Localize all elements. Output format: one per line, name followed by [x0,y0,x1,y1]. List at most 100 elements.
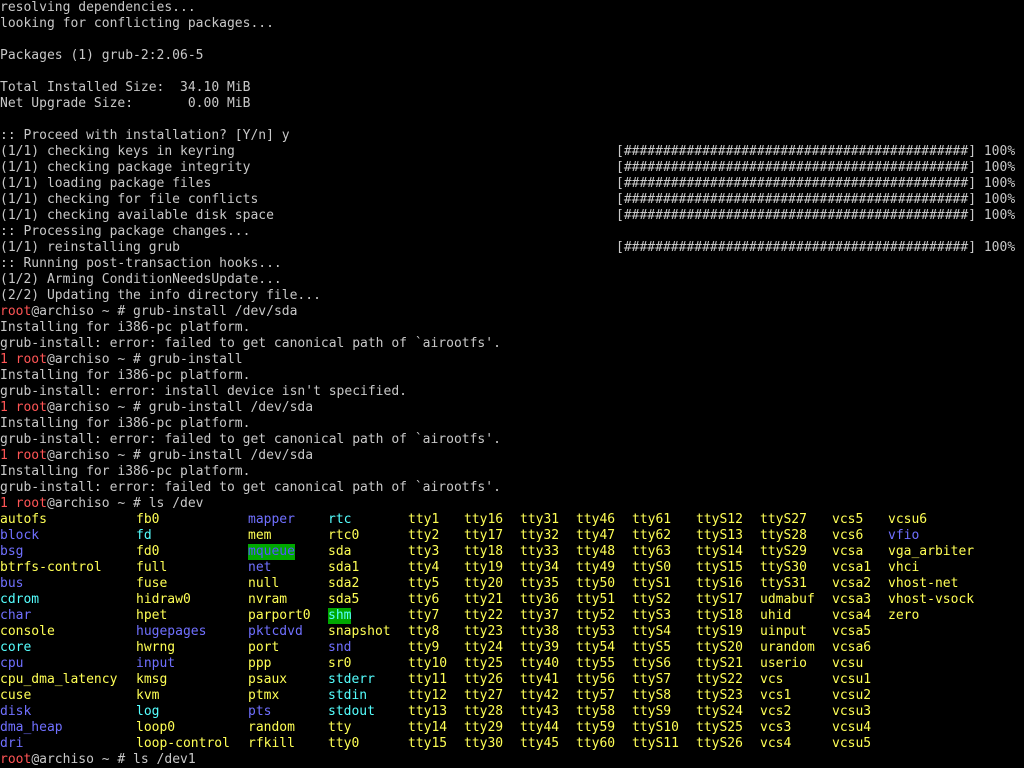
dev-entry: tty2 [408,528,440,543]
text-segment: (2/2) Updating the info directory file..… [0,288,321,303]
dev-entry: vcsa2 [832,576,872,591]
dev-entry: hidraw0 [136,592,191,607]
dev-entry: vcs1 [760,688,792,703]
terminal-line: (1/1) checking for file conflicts [0,192,258,208]
dev-entry: vcsu [832,656,864,671]
dev-entry: shm [328,608,352,624]
dev-entry: tty10 [408,656,448,671]
dev-entry: vcsu3 [832,704,872,719]
dev-entry: log [136,704,160,719]
dev-entry: rfkill [248,736,295,751]
dev-entry: sda5 [328,592,360,607]
prompt-segment: root [0,752,32,767]
progress-bar: [#######################################… [616,208,1016,223]
terminal-line: Packages (1) grub-2:2.06-5 [0,48,204,64]
dev-entry: sda2 [328,576,360,591]
terminal-screen[interactable]: resolving dependencies... looking for con… [0,0,1024,768]
dev-entry: bsg [0,544,24,559]
dev-entry: tty1 [408,512,440,527]
dev-entry: tty0 [328,736,360,751]
dev-entry: tty5 [408,576,440,591]
dev-entry: tty51 [576,592,616,607]
dev-entry: tty44 [520,720,560,735]
prompt-segment: 1 [0,496,16,511]
dev-entry: tty62 [632,528,672,543]
dev-entry: ttyS5 [632,640,672,655]
prompt-segment: 1 [0,400,16,415]
dev-entry: pts [248,704,272,719]
dev-entry: psaux [248,672,288,687]
dev-entry: ttyS27 [760,512,807,527]
text-segment: (1/1) checking for file conflicts [0,192,259,207]
dev-entry: vcsu2 [832,688,872,703]
current-prompt-line: root@archiso ~ # ls /dev1 [0,752,196,768]
text-segment: Installing for i386-pc platform. [0,464,251,479]
progress-bar: [#######################################… [616,192,1016,207]
dev-entry: sda [328,544,352,559]
dev-entry: tty23 [464,624,504,639]
dev-entry: uhid [760,608,792,623]
dev-entry: mem [248,528,272,543]
prompt-segment: root [15,400,47,415]
terminal-line: Installing for i386-pc platform. [0,464,250,480]
terminal-line: Installing for i386-pc platform. [0,320,250,336]
dev-entry: tty56 [576,672,616,687]
dev-entry: ptmx [248,688,280,703]
dev-entry: udmabuf [760,592,815,607]
dev-entry: vhost-vsock [888,592,975,607]
dev-entry: random [248,720,295,735]
text-segment: Packages (1) grub-2:2.06-5 [0,48,204,63]
dev-entry: fd [136,528,152,543]
dev-entry: dri [0,736,24,751]
dev-entry: tty53 [576,624,616,639]
dev-entry: ttyS8 [632,688,672,703]
terminal-line: 1 root@archiso ~ # grub-install /dev/sda [0,448,313,464]
dev-entry: ttyS1 [632,576,672,591]
text-segment: Total Installed Size: 34.10 MiB [0,80,251,95]
dev-entry: sda1 [328,560,360,575]
text-segment: (1/1) checking available disk space [0,208,274,223]
dev-entry: tty40 [520,656,560,671]
dev-entry: null [248,576,280,591]
dev-entry: tty8 [408,624,440,639]
dev-entry: ttyS19 [696,624,743,639]
terminal-line: Net Upgrade Size: 0.00 MiB [0,96,250,112]
dev-entry: tty30 [464,736,504,751]
dev-entry: vhost-net [888,576,959,591]
dev-entry: ppp [248,656,272,671]
dev-entry: cpu_dma_latency [0,672,118,687]
dev-entry: tty31 [520,512,560,527]
dev-entry: loop0 [136,720,176,735]
dev-entry: char [0,608,32,623]
dev-entry: tty7 [408,608,440,623]
text-segment: (1/1) reinstalling grub [0,240,181,255]
dev-entry: uinput [760,624,807,639]
dev-entry: tty22 [464,608,504,623]
prompt-segment: root [15,352,47,367]
dev-entry: vcsa5 [832,624,872,639]
terminal-line: Installing for i386-pc platform. [0,416,250,432]
dev-entry: tty24 [464,640,504,655]
terminal-line: (1/1) checking package integrity [0,160,250,176]
dev-entry: stdin [328,688,368,703]
terminal-line: 1 root@archiso ~ # grub-install /dev/sda [0,400,313,416]
dev-entry: vcs2 [760,704,792,719]
dev-entry: tty61 [632,512,672,527]
dev-entry: net [248,560,272,575]
terminal-line: :: Running post-transaction hooks... [0,256,282,272]
dev-entry: ttyS3 [632,608,672,623]
terminal-line: grub-install: error: install device isn'… [0,384,407,400]
dev-entry: tty48 [576,544,616,559]
terminal-line: grub-install: error: failed to get canon… [0,480,501,496]
dev-entry: input [136,656,176,671]
text-segment: @archiso ~ # grub-install /dev/sda [31,304,298,319]
dev-entry: full [136,560,168,575]
text-segment: @archiso ~ # ls /dev [46,496,204,511]
terminal-line: (1/1) reinstalling grub [0,240,180,256]
dev-entry: tty18 [464,544,504,559]
dev-entry: ttyS28 [760,528,807,543]
dev-entry: port [248,640,280,655]
dev-entry: ttyS23 [696,688,743,703]
terminal-line: 1 root@archiso ~ # ls /dev [0,496,204,512]
dev-entry: vcsu4 [832,720,872,735]
